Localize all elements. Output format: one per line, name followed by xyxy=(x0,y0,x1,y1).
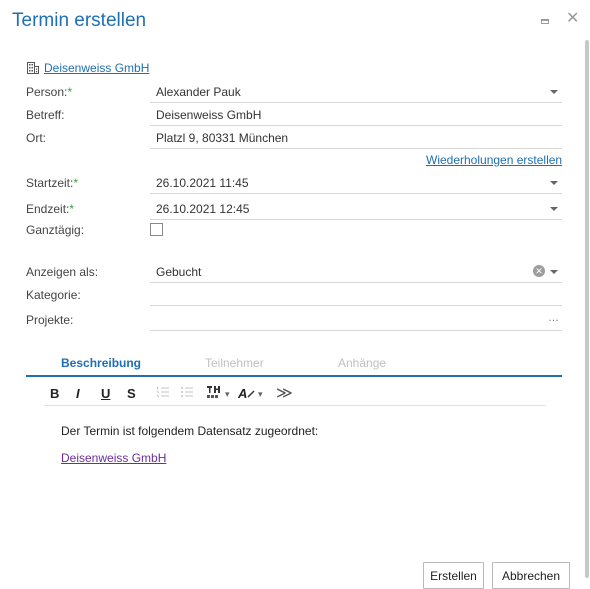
ort-row: Ort: Platzl 9, 80331 München xyxy=(26,127,562,149)
ort-label: Ort: xyxy=(26,131,46,145)
italic-button[interactable]: I xyxy=(76,385,80,403)
endzeit-field[interactable]: 26.10.2021 12:45 xyxy=(150,198,562,220)
chevron-down-icon[interactable]: ▾ xyxy=(258,385,263,403)
editor-record-link[interactable]: Deisenweiss GmbH xyxy=(61,451,166,465)
betreff-label: Betreff: xyxy=(26,108,65,122)
bold-button[interactable]: B xyxy=(50,385,59,403)
chevron-down-icon[interactable]: ▾ xyxy=(225,385,230,403)
cancel-button[interactable]: Abbrechen xyxy=(492,562,570,589)
projekte-row: Projekte: … xyxy=(26,309,562,331)
kategorie-label: Kategorie: xyxy=(26,288,81,302)
dialog-title: Termin erstellen xyxy=(12,10,147,31)
kategorie-field[interactable] xyxy=(150,284,562,306)
create-repetitions-link[interactable]: Wiederholungen erstellen xyxy=(426,153,562,167)
ganztaegig-row: Ganztägig: xyxy=(26,221,562,243)
required-marker: * xyxy=(69,202,75,216)
ordered-list-icon[interactable] xyxy=(156,385,170,403)
endzeit-value: 26.10.2021 12:45 xyxy=(156,202,250,216)
unordered-list-icon[interactable] xyxy=(180,385,194,403)
chevron-down-icon[interactable] xyxy=(550,207,558,211)
maximize-icon[interactable] xyxy=(541,10,549,28)
tab-anhaenge[interactable]: Anhänge xyxy=(338,356,386,370)
betreff-row: Betreff: Deisenweiss GmbH xyxy=(26,104,562,126)
person-label: Person:* xyxy=(26,85,73,99)
all-day-checkbox[interactable] xyxy=(150,223,163,236)
anzeigen-als-row: Anzeigen als: Gebucht ✕ xyxy=(26,261,562,283)
startzeit-row: Startzeit:* 26.10.2021 11:45 xyxy=(26,172,562,194)
anzeigen-als-value: Gebucht xyxy=(156,265,202,279)
clear-icon[interactable]: ✕ xyxy=(533,265,545,277)
anzeigen-als-label: Anzeigen als: xyxy=(26,265,99,279)
company-link[interactable]: Deisenweiss GmbH xyxy=(44,61,149,75)
betreff-field[interactable]: Deisenweiss GmbH xyxy=(150,104,562,126)
endzeit-row: Endzeit:* 26.10.2021 12:45 xyxy=(26,198,562,220)
chevron-down-icon[interactable] xyxy=(550,90,558,94)
editor-text[interactable]: Der Termin ist folgendem Datensatz zugeo… xyxy=(61,424,318,438)
font-color-icon[interactable]: A xyxy=(238,385,255,403)
building-icon xyxy=(27,62,39,74)
person-value: Alexander Pauk xyxy=(156,85,241,99)
betreff-value: Deisenweiss GmbH xyxy=(156,108,262,122)
ort-field[interactable]: Platzl 9, 80331 München xyxy=(150,127,562,149)
tab-beschreibung[interactable]: Beschreibung xyxy=(61,356,141,370)
anzeigen-als-field[interactable]: Gebucht ✕ xyxy=(150,261,562,283)
startzeit-field[interactable]: 26.10.2021 11:45 xyxy=(150,172,562,194)
endzeit-label: Endzeit:* xyxy=(26,202,75,216)
startzeit-label: Startzeit:* xyxy=(26,176,79,190)
required-marker: * xyxy=(67,85,73,99)
projekte-label: Projekte: xyxy=(26,313,74,327)
person-field[interactable]: Alexander Pauk xyxy=(150,81,562,103)
chevron-down-icon[interactable] xyxy=(550,270,558,274)
tab-bar: Beschreibung Teilnehmer Anhänge xyxy=(26,355,562,377)
more-icon[interactable]: … xyxy=(548,312,559,324)
tab-teilnehmer[interactable]: Teilnehmer xyxy=(205,356,264,370)
chevron-down-icon[interactable] xyxy=(550,181,558,185)
strikethrough-button[interactable]: S xyxy=(127,385,136,403)
startzeit-value: 26.10.2021 11:45 xyxy=(156,176,249,190)
scrollbar[interactable] xyxy=(585,40,589,578)
required-marker: * xyxy=(73,176,79,190)
person-row: Person:* Alexander Pauk xyxy=(26,81,562,103)
paragraph-style-icon[interactable] xyxy=(206,385,222,403)
kategorie-row: Kategorie: xyxy=(26,284,562,306)
underline-button[interactable]: U xyxy=(101,385,110,403)
company-link-row[interactable]: Deisenweiss GmbH xyxy=(27,61,149,75)
create-button[interactable]: Erstellen xyxy=(423,562,484,589)
ganztaegig-label: Ganztägig: xyxy=(26,223,85,237)
editor-toolbar: B I U S ▾ A ▾ ≫ xyxy=(44,382,546,406)
more-tools-icon[interactable]: ≫ xyxy=(276,385,293,403)
close-icon[interactable]: ✕ xyxy=(566,10,579,28)
projekte-field[interactable]: … xyxy=(150,309,562,331)
ort-value: Platzl 9, 80331 München xyxy=(156,131,289,145)
